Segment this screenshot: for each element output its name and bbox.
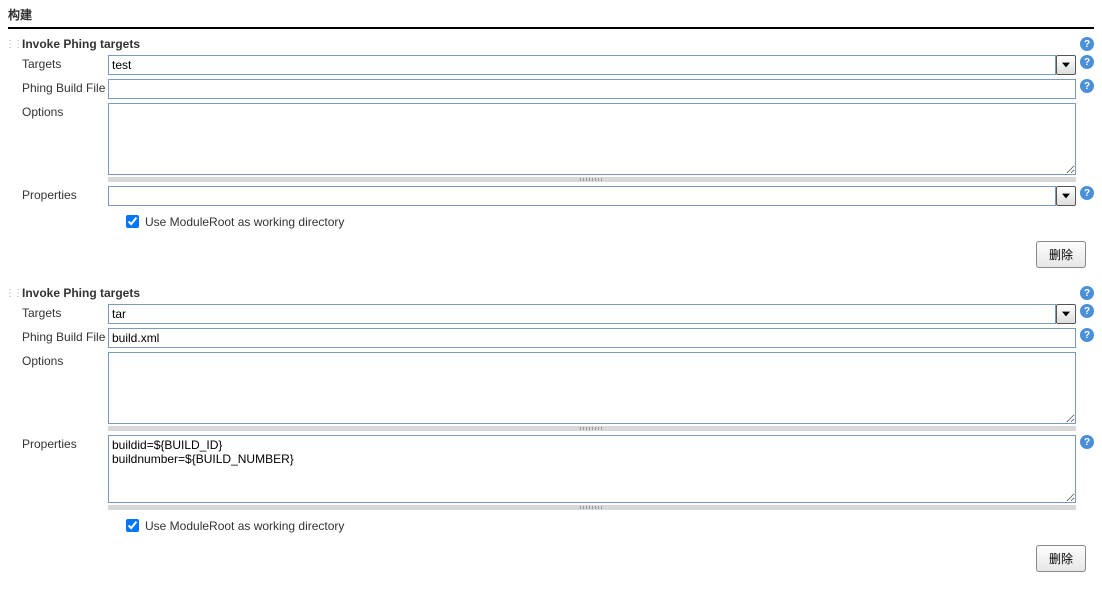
chevron-down-icon — [1062, 193, 1070, 199]
targets-label: Targets — [8, 55, 108, 71]
properties-label: Properties — [8, 186, 108, 202]
options-textarea[interactable] — [108, 103, 1076, 175]
step-title: Invoke Phing targets — [22, 286, 1076, 300]
resize-grip-icon[interactable] — [108, 505, 1076, 510]
module-root-label: Use ModuleRoot as working directory — [145, 215, 344, 229]
targets-dropdown-button[interactable] — [1056, 304, 1076, 324]
build-file-input[interactable] — [108, 79, 1076, 99]
build-step: ⋮⋮ Invoke Phing targets ? Targets ? Ph — [8, 286, 1094, 572]
resize-grip-icon[interactable] — [108, 426, 1076, 431]
properties-textarea[interactable] — [108, 435, 1076, 503]
drag-handle-icon[interactable]: ⋮⋮ — [8, 37, 18, 51]
help-icon[interactable]: ? — [1080, 304, 1094, 318]
help-icon[interactable]: ? — [1080, 37, 1094, 51]
module-root-checkbox[interactable] — [126, 215, 139, 228]
targets-input[interactable] — [108, 304, 1056, 324]
help-icon[interactable]: ? — [1080, 435, 1094, 449]
module-root-label: Use ModuleRoot as working directory — [145, 519, 344, 533]
help-icon[interactable]: ? — [1080, 328, 1094, 342]
build-file-label: Phing Build File — [8, 328, 108, 344]
help-icon[interactable]: ? — [1080, 79, 1094, 93]
targets-input[interactable] — [108, 55, 1056, 75]
properties-dropdown-button[interactable] — [1056, 186, 1076, 206]
delete-button[interactable]: 删除 — [1036, 545, 1086, 572]
build-file-label: Phing Build File — [8, 79, 108, 95]
properties-input[interactable] — [108, 186, 1056, 206]
delete-button[interactable]: 删除 — [1036, 241, 1086, 268]
chevron-down-icon — [1062, 62, 1070, 68]
options-textarea[interactable] — [108, 352, 1076, 424]
chevron-down-icon — [1062, 311, 1070, 317]
resize-grip-icon[interactable] — [108, 177, 1076, 182]
help-icon[interactable]: ? — [1080, 186, 1094, 200]
section-header: 构建 — [8, 4, 1094, 29]
build-step: ⋮⋮ Invoke Phing targets ? Targets ? Ph — [8, 37, 1094, 268]
properties-label: Properties — [8, 435, 108, 451]
step-title: Invoke Phing targets — [22, 37, 1076, 51]
options-label: Options — [8, 352, 108, 368]
module-root-checkbox[interactable] — [126, 519, 139, 532]
help-icon[interactable]: ? — [1080, 286, 1094, 300]
targets-label: Targets — [8, 304, 108, 320]
options-label: Options — [8, 103, 108, 119]
targets-dropdown-button[interactable] — [1056, 55, 1076, 75]
build-file-input[interactable] — [108, 328, 1076, 348]
help-icon[interactable]: ? — [1080, 55, 1094, 69]
drag-handle-icon[interactable]: ⋮⋮ — [8, 286, 18, 300]
